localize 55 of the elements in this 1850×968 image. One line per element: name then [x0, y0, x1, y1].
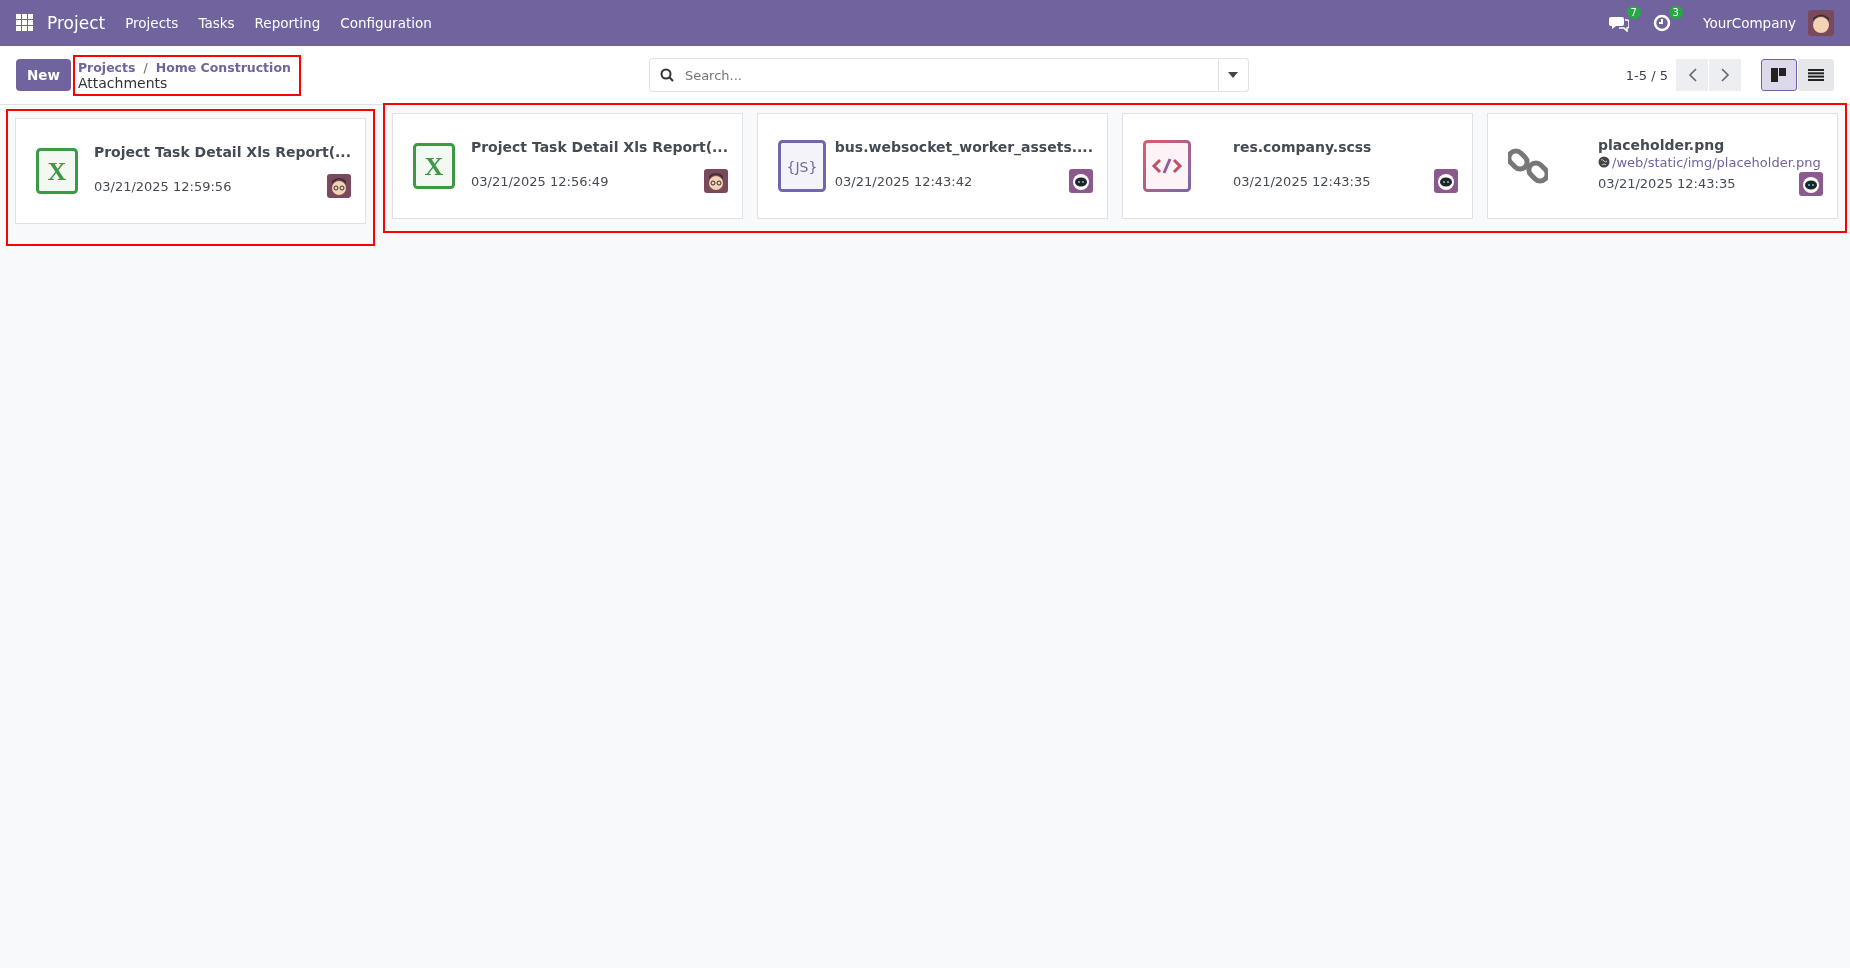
menu-item[interactable]: Tasks	[198, 15, 235, 31]
attachment-card[interactable]: {JS} bus.websocket_worker_assets.... 03/21/2025 12:43:42	[757, 113, 1108, 219]
spreadsheet-file-icon: X	[36, 148, 78, 194]
new-button[interactable]: New	[16, 59, 71, 91]
file-name: res.company.scss	[1233, 139, 1373, 155]
search-field[interactable]: Search...	[648, 58, 1219, 92]
chain-link-icon	[1508, 146, 1548, 186]
pager-value: 1-5 / 5	[1625, 67, 1668, 83]
menu-item[interactable]: Projects	[125, 15, 179, 31]
attachment-card[interactable]: res.company.scss 03/21/2025 12:43:35	[1122, 113, 1473, 219]
user-avatar-icon	[327, 174, 351, 198]
bot-avatar-icon	[1434, 169, 1458, 193]
menu-item[interactable]: Reporting	[254, 15, 321, 31]
company-name[interactable]: YourCompany	[1702, 15, 1796, 31]
search-options-button[interactable]	[1218, 58, 1249, 92]
spreadsheet-file-icon: X	[413, 143, 455, 189]
chevron-right-icon	[1720, 68, 1730, 82]
list-icon	[1808, 69, 1824, 81]
activity-count-badge: 3	[1668, 6, 1683, 19]
message-count-badge: 7	[1626, 6, 1641, 19]
file-name: bus.websocket_worker_assets....	[834, 139, 1093, 155]
upload-date: 03/21/2025 12:43:42	[834, 173, 973, 189]
page-title: Attachments	[77, 74, 169, 91]
chevron-left-icon	[1687, 68, 1697, 82]
apps-menu-icon[interactable]	[16, 14, 34, 32]
code-file-icon	[1143, 140, 1191, 192]
upload-date: 03/21/2025 12:43:35	[1233, 173, 1371, 189]
attachment-card[interactable]: X Project Task Detail Xls Report(... 03/21/2025 12:56:49	[392, 113, 743, 219]
script-file-icon: {JS}	[778, 140, 826, 192]
search-icon	[659, 68, 674, 82]
upload-date: 03/21/2025 12:59:56	[93, 178, 232, 194]
upload-date: 03/21/2025 12:43:35	[1598, 176, 1736, 191]
globe-icon	[1598, 156, 1610, 168]
breadcrumb-separator: /	[143, 59, 148, 75]
breadcrumb-link[interactable]: Projects	[77, 59, 136, 75]
file-name: Project Task Detail Xls Report(...	[470, 139, 728, 155]
bot-avatar-icon	[1799, 171, 1823, 196]
upload-date: 03/21/2025 12:56:49	[470, 173, 609, 189]
file-name: Project Task Detail Xls Report(...	[93, 144, 351, 160]
attachment-card[interactable]: X Project Task Detail Xls Report(... 03/21/2025 12:59:56	[15, 118, 366, 224]
menu-item[interactable]: Configuration	[340, 15, 432, 31]
user-avatar-icon[interactable]	[1808, 10, 1834, 36]
kanban-icon	[1771, 68, 1787, 82]
chat-icon[interactable]	[1608, 14, 1629, 32]
caret-down-icon	[1228, 72, 1239, 78]
app-name[interactable]: Project	[47, 13, 106, 33]
file-name: placeholder.png	[1598, 136, 1726, 153]
file-url-link[interactable]: /web/static/img/placeholder.png	[1612, 154, 1821, 170]
user-avatar-icon	[704, 169, 728, 193]
breadcrumb-link[interactable]: Home Construction	[155, 59, 291, 75]
clock-icon[interactable]	[1652, 14, 1671, 32]
bot-avatar-icon	[1069, 169, 1093, 193]
attachment-card[interactable]: placeholder.png /web/static/img/placeholder.png 03/21/2025 12:43:35	[1487, 113, 1838, 219]
list-view-button[interactable]	[1798, 59, 1834, 91]
kanban-view-button[interactable]	[1761, 59, 1797, 91]
